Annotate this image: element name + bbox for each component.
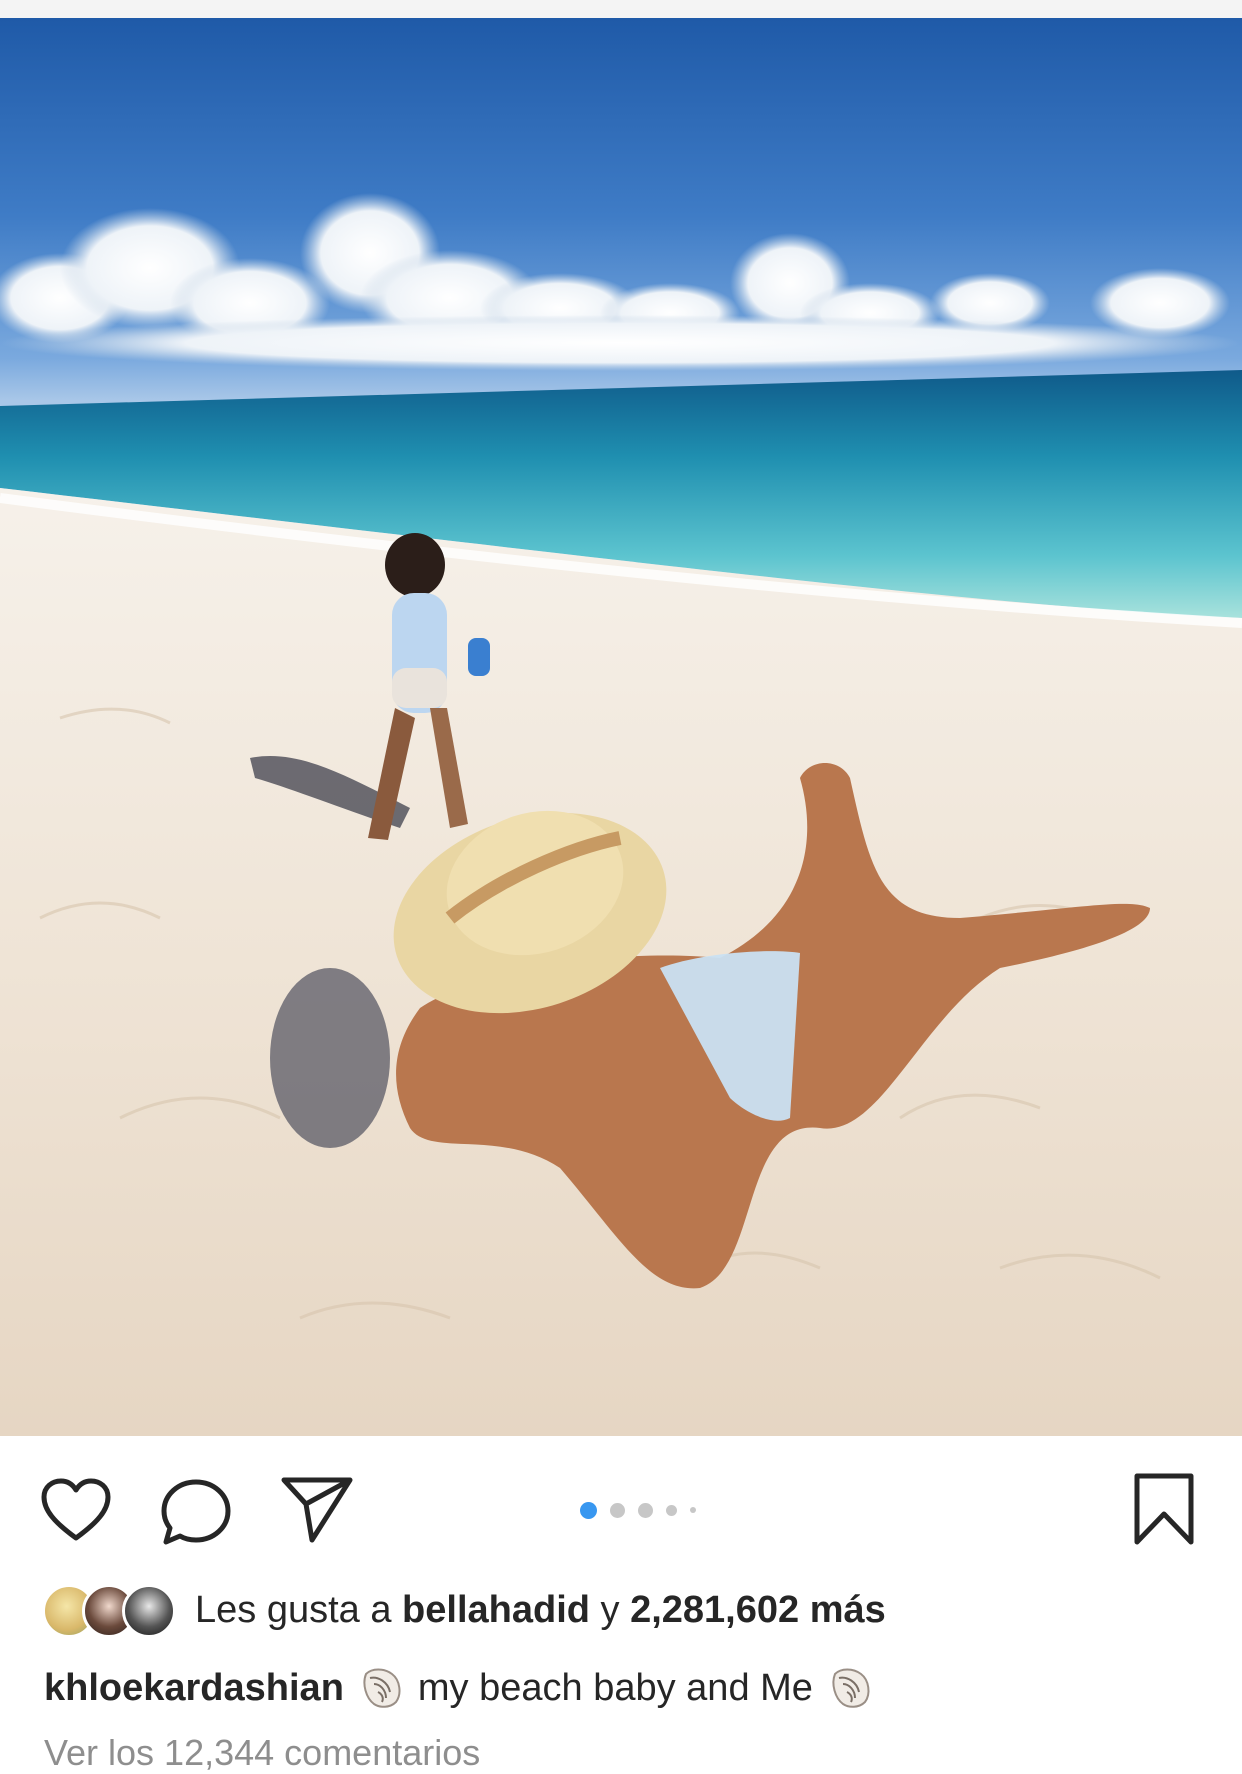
carousel-dot[interactable] — [610, 1502, 625, 1518]
carousel-dot-active[interactable] — [580, 1501, 597, 1519]
heart-icon[interactable] — [40, 1478, 112, 1542]
carousel-indicator — [580, 1500, 696, 1520]
post-photo[interactable] — [0, 18, 1242, 1436]
shell-icon — [827, 1664, 875, 1712]
avatar[interactable] — [122, 1584, 176, 1638]
carousel-dot[interactable] — [666, 1504, 677, 1516]
shell-icon — [358, 1664, 406, 1712]
liker-username[interactable]: bellahadid — [402, 1589, 590, 1631]
view-all-comments-link[interactable]: Ver los 12,344 comentarios — [44, 1732, 480, 1774]
likes-text: Les gusta a bellahadid y 2,281,602 más — [195, 1589, 886, 1632]
bookmark-icon[interactable] — [1132, 1472, 1196, 1546]
carousel-dot[interactable] — [638, 1502, 653, 1518]
carousel-dot[interactable] — [690, 1507, 696, 1513]
caption-text: my beach baby and Me — [417, 1666, 813, 1709]
beach-photo-illustration — [0, 193, 1242, 1436]
comment-icon[interactable] — [160, 1478, 232, 1546]
liker-avatars[interactable] — [42, 1582, 177, 1638]
likes-prefix: Les gusta a — [195, 1588, 392, 1631]
post-caption: khloekardashian my beach baby and Me — [44, 1658, 887, 1718]
status-strip — [0, 0, 1242, 19]
caption-username[interactable]: khloekardashian — [44, 1667, 344, 1710]
send-icon[interactable] — [280, 1474, 354, 1544]
likes-connector: y — [600, 1588, 620, 1631]
likes-count[interactable]: 2,281,602 más — [630, 1589, 886, 1631]
likes-row[interactable]: Les gusta a bellahadid y 2,281,602 más — [42, 1580, 886, 1640]
